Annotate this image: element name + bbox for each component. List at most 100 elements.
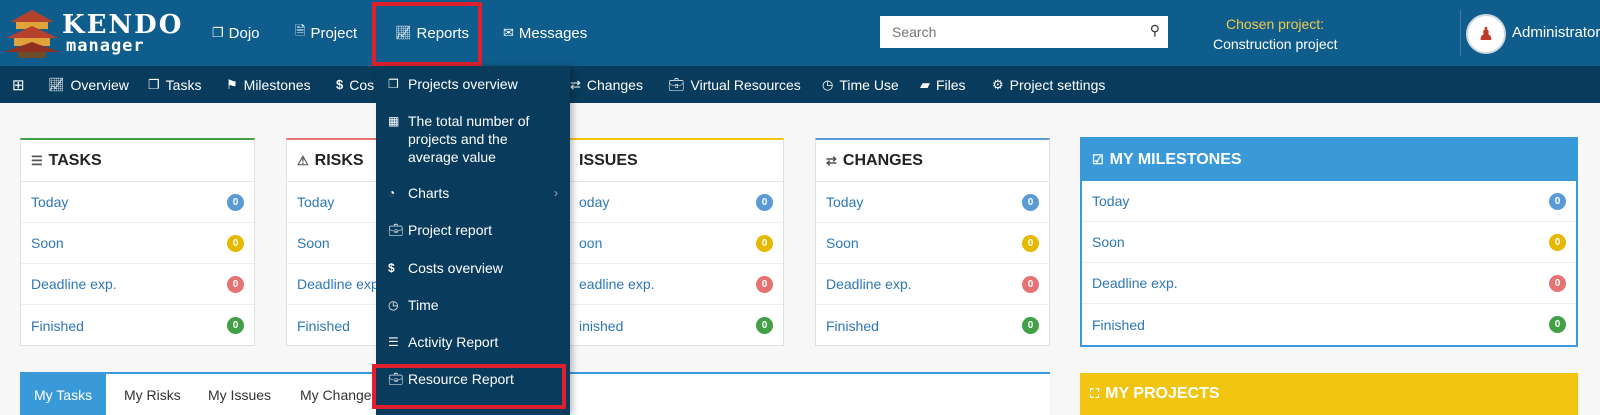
issues-row-deadline[interactable]: eadline exp. 0 bbox=[553, 264, 783, 305]
subnav-costs[interactable]: $ Cos bbox=[336, 66, 374, 103]
count-badge: 0 bbox=[756, 234, 773, 252]
count-badge: 0 bbox=[227, 193, 244, 211]
row-label: Soon bbox=[1092, 234, 1125, 250]
tab-my-tasks[interactable]: My Tasks bbox=[20, 374, 107, 415]
project-subnav: ⊞ 📈︎ Overview ❐ Tasks ⚑ Milestones $ Cos… bbox=[0, 66, 1600, 103]
tasks-row-deadline[interactable]: Deadline exp. 0 bbox=[21, 264, 254, 305]
milestones-row-soon[interactable]: Soon 0 bbox=[1082, 222, 1576, 263]
subnav-tasks-label: Tasks bbox=[165, 76, 202, 93]
menu-item-charts[interactable]: ◔ Charts › bbox=[376, 184, 570, 202]
add-button[interactable]: ⊞ bbox=[12, 66, 31, 103]
changes-card-title: CHANGES bbox=[842, 151, 923, 169]
menu-item-projects-overview[interactable]: ❐ Projects overview bbox=[376, 75, 570, 93]
subnav-time-use[interactable]: ◷ Time Use bbox=[822, 66, 899, 103]
tasks-row-finished[interactable]: Finished 0 bbox=[21, 305, 254, 346]
tab-my-issues[interactable]: My Issues bbox=[194, 374, 285, 415]
menu-item-label: Costs overview bbox=[408, 260, 503, 276]
changes-card-header: ⇄ CHANGES bbox=[816, 140, 1049, 182]
changes-row-deadline[interactable]: Deadline exp. 0 bbox=[816, 264, 1049, 305]
nav-project[interactable]: 🗎 Project bbox=[295, 0, 357, 66]
count-badge: 0 bbox=[1549, 274, 1566, 292]
issues-card-header: ISSUES bbox=[553, 140, 783, 182]
nav-dojo-label: Dojo bbox=[228, 24, 260, 42]
subnav-overview[interactable]: 📈︎ Overview bbox=[48, 66, 129, 103]
changes-row-soon[interactable]: Soon 0 bbox=[816, 223, 1049, 264]
subnav-project-settings[interactable]: ⚙ Project settings bbox=[992, 66, 1105, 103]
resource-report-highlight-box bbox=[372, 364, 566, 409]
clock-icon: ◷ bbox=[822, 76, 834, 92]
copy-icon: ❐ bbox=[212, 25, 224, 40]
issues-row-finished[interactable]: inished 0 bbox=[553, 305, 783, 346]
row-label: Soon bbox=[31, 235, 64, 251]
chevron-right-icon: › bbox=[554, 186, 558, 200]
subnav-files[interactable]: ▰ Files bbox=[920, 66, 966, 103]
row-label: Finished bbox=[297, 317, 350, 334]
my-projects-title: MY PROJECTS bbox=[1105, 385, 1220, 402]
count-badge: 0 bbox=[227, 317, 244, 334]
row-label: Finished bbox=[826, 317, 879, 334]
reports-dropdown-menu: ❐ Projects overview ▦ The total number o… bbox=[376, 66, 570, 415]
menu-item-costs-overview[interactable]: $ Costs overview bbox=[376, 259, 570, 277]
subnav-changes[interactable]: ⇄ Changes bbox=[570, 66, 643, 103]
plus-square-icon: ⊞ bbox=[12, 76, 25, 94]
milestones-card: ☑ MY MILESTONES Today 0 Soon 0 Deadline ex… bbox=[1080, 137, 1578, 347]
nav-project-label: Project bbox=[310, 24, 358, 42]
calculator-icon: ▦ bbox=[388, 114, 400, 128]
menu-item-total-projects[interactable]: ▦ The total number of projects and the a… bbox=[376, 112, 556, 166]
menu-item-project-report[interactable]: 💼︎ Project report bbox=[376, 221, 570, 239]
menu-item-time[interactable]: ◷ Time bbox=[376, 296, 570, 314]
tab-my-changes[interactable]: My Change bbox=[286, 374, 386, 415]
briefcase-icon: 💼︎ bbox=[388, 223, 404, 237]
tasks-row-today[interactable]: Today 0 bbox=[21, 182, 254, 223]
row-label: Deadline exp. bbox=[826, 276, 912, 292]
file-icon: 🗎 bbox=[295, 23, 306, 38]
search-input[interactable] bbox=[880, 16, 1130, 48]
search-icon[interactable]: ⚲ bbox=[1150, 22, 1160, 39]
milestones-row-deadline[interactable]: Deadline exp. 0 bbox=[1082, 263, 1576, 304]
issues-row-today[interactable]: oday 0 bbox=[553, 182, 783, 223]
chosen-project-value[interactable]: Construction project bbox=[1213, 36, 1338, 52]
row-label: Soon bbox=[297, 235, 330, 251]
issues-row-soon[interactable]: oon 0 bbox=[553, 223, 783, 264]
row-label: inished bbox=[579, 317, 624, 334]
row-label: Finished bbox=[1092, 316, 1145, 333]
menu-item-label: Time bbox=[408, 297, 439, 313]
logo-text-manager: manager bbox=[66, 36, 145, 56]
count-badge: 0 bbox=[756, 193, 773, 211]
milestones-row-today[interactable]: Today 0 bbox=[1082, 181, 1576, 222]
risks-card-title: RISKS bbox=[314, 151, 364, 169]
count-badge: 0 bbox=[756, 317, 773, 334]
milestones-row-finished[interactable]: Finished 0 bbox=[1082, 304, 1576, 345]
gears-icon: ⚙ bbox=[992, 76, 1004, 92]
row-label: Deadline exp. bbox=[1092, 275, 1178, 291]
count-badge: 0 bbox=[227, 275, 244, 293]
changes-row-finished[interactable]: Finished 0 bbox=[816, 305, 1049, 346]
row-label: eadline exp. bbox=[579, 276, 655, 292]
my-projects-header: ⛶ MY PROJECTS bbox=[1080, 373, 1578, 415]
folder-icon: ▰ bbox=[920, 76, 930, 92]
tab-my-risks[interactable]: My Risks bbox=[110, 374, 195, 415]
issues-card: ISSUES oday 0 oon 0 eadline exp. 0 inished 0 bbox=[552, 138, 784, 346]
avatar[interactable]: ♟ bbox=[1466, 14, 1506, 54]
user-name[interactable]: Administrator bbox=[1512, 24, 1600, 41]
tasks-row-soon[interactable]: Soon 0 bbox=[21, 223, 254, 264]
row-label: Soon bbox=[826, 235, 859, 251]
kendo-manager-logo[interactable]: KENDO manager bbox=[4, 8, 181, 58]
user-avatar-icon: ♟ bbox=[1477, 23, 1495, 44]
issues-card-title: ISSUES bbox=[579, 151, 638, 169]
menu-item-activity-report[interactable]: ☰ Activity Report bbox=[376, 333, 570, 351]
subnav-tasks[interactable]: ❐ Tasks bbox=[148, 66, 201, 103]
subnav-virtual-resources[interactable]: 💼︎ Virtual Resources bbox=[668, 66, 801, 103]
nav-messages[interactable]: ✉ Messages bbox=[503, 0, 587, 66]
subnav-milestones[interactable]: ⚑ Milestones bbox=[226, 66, 311, 103]
row-label: Today bbox=[31, 194, 69, 210]
header-divider bbox=[1460, 10, 1461, 56]
milestones-card-title: MY MILESTONES bbox=[1109, 151, 1242, 168]
list-icon: ☰ bbox=[388, 335, 399, 349]
tasks-card-title: TASKS bbox=[48, 151, 102, 169]
nav-dojo[interactable]: ❐ Dojo bbox=[212, 0, 260, 66]
chart-line-icon: 📈︎ bbox=[48, 76, 65, 92]
sitemap-icon: ⛶ bbox=[1090, 386, 1100, 401]
nav-messages-label: Messages bbox=[518, 24, 588, 42]
changes-row-today[interactable]: Today 0 bbox=[816, 182, 1049, 223]
